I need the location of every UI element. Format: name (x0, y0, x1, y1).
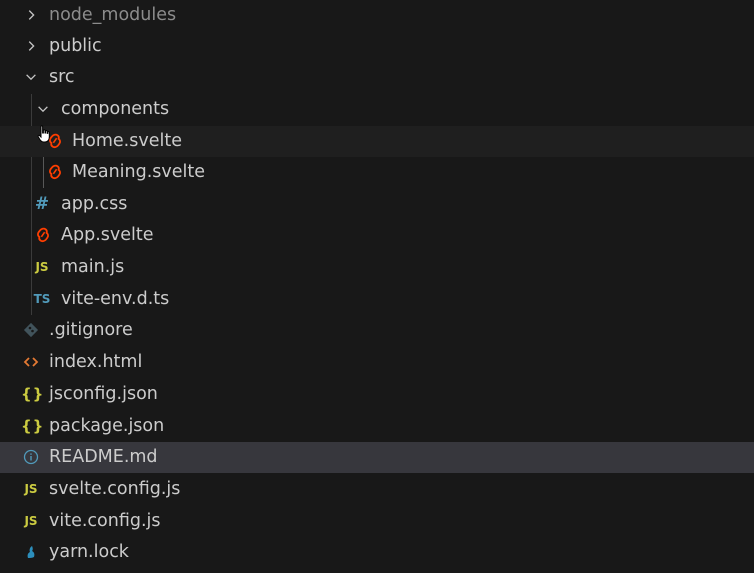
tree-file-gitignore[interactable]: .gitignore (0, 315, 754, 346)
tree-file-vite-config-js[interactable]: JS vite.config.js (0, 506, 754, 537)
tree-folder-node-modules[interactable]: node_modules (0, 0, 754, 31)
svelte-icon (45, 157, 65, 188)
tree-item-label: main.js (61, 257, 125, 277)
javascript-icon: JS (35, 260, 49, 274)
tree-item-label: README.md (49, 447, 158, 467)
git-icon (21, 315, 41, 346)
tree-file-package-json[interactable]: {} package.json (0, 411, 754, 442)
chevron-right-icon (24, 31, 38, 62)
tree-item-label: vite-env.d.ts (61, 289, 170, 309)
tree-folder-public[interactable]: public (0, 31, 754, 62)
tree-item-label: svelte.config.js (49, 479, 181, 499)
json-icon: {} (21, 385, 45, 403)
yarn-icon (21, 537, 41, 568)
tree-file-index-html[interactable]: index.html (0, 347, 754, 378)
tree-item-label: jsconfig.json (49, 384, 158, 404)
tree-item-label: App.svelte (61, 225, 154, 245)
tree-item-label: .gitignore (49, 320, 133, 340)
typescript-icon: TS (33, 292, 51, 306)
tree-file-svelte-config-js[interactable]: JS svelte.config.js (0, 474, 754, 505)
file-explorer-tree: node_modules public src components Home.… (0, 0, 754, 573)
tree-file-jsconfig-json[interactable]: {} jsconfig.json (0, 379, 754, 410)
chevron-down-icon (24, 62, 38, 93)
tree-file-readme-md[interactable]: README.md (0, 442, 754, 473)
tree-file-vite-env-d-ts[interactable]: TS vite-env.d.ts (0, 284, 754, 315)
info-icon (21, 442, 41, 473)
chevron-down-icon (36, 94, 50, 125)
tree-item-label: yarn.lock (49, 542, 129, 562)
svelte-icon (33, 220, 53, 251)
tree-item-label: package.json (49, 416, 165, 436)
tree-file-main-js[interactable]: JS main.js (0, 252, 754, 283)
tree-item-label: src (49, 67, 75, 87)
javascript-icon: JS (24, 482, 38, 496)
javascript-icon: JS (24, 514, 38, 528)
tree-item-label: index.html (49, 352, 143, 372)
json-icon: {} (21, 417, 45, 435)
tree-item-label: app.css (61, 194, 128, 214)
tree-file-home-svelte[interactable]: Home.svelte (0, 126, 754, 157)
tree-folder-components[interactable]: components (0, 94, 754, 125)
tree-item-label: vite.config.js (49, 511, 161, 531)
mouse-pointer-icon (36, 124, 52, 149)
tree-item-label: Home.svelte (72, 131, 182, 151)
tree-item-label: node_modules (49, 5, 177, 25)
tree-folder-src[interactable]: src (0, 62, 754, 93)
tree-item-label: Meaning.svelte (72, 162, 206, 182)
tree-file-app-svelte[interactable]: App.svelte (0, 220, 754, 251)
tree-file-meaning-svelte[interactable]: Meaning.svelte (0, 157, 754, 188)
css-hash-icon: # (34, 194, 50, 214)
chevron-right-icon (24, 0, 38, 31)
html-icon (21, 347, 41, 378)
tree-file-yarn-lock[interactable]: yarn.lock (0, 537, 754, 568)
tree-item-label: components (61, 99, 170, 119)
tree-item-label: public (49, 36, 102, 56)
tree-file-app-css[interactable]: # app.css (0, 189, 754, 220)
